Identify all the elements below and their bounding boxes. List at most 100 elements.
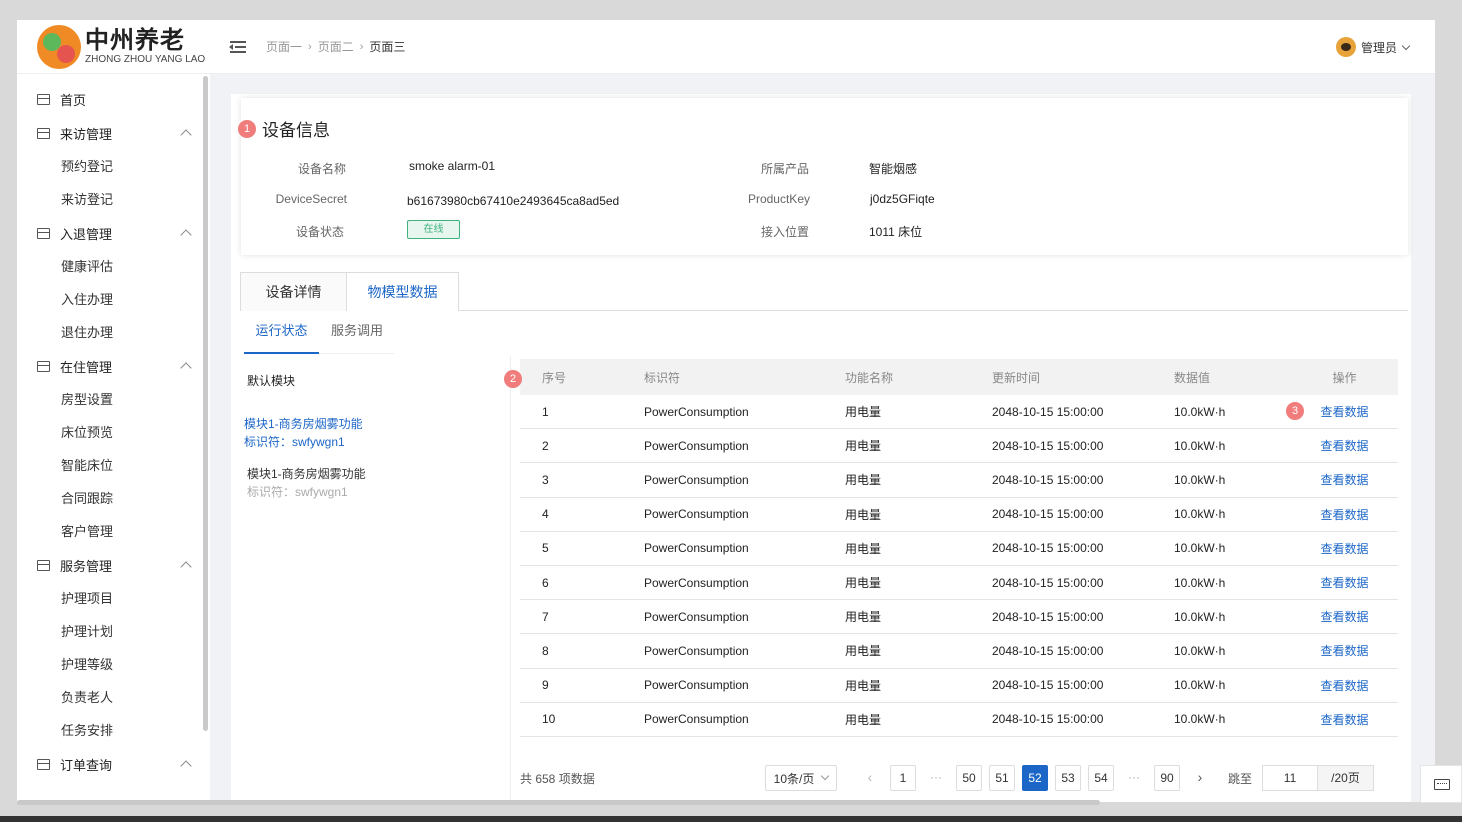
tab-thing-model-data[interactable]: 物模型数据 xyxy=(346,272,459,311)
menu-list-icon xyxy=(37,227,50,239)
chevron-down-icon xyxy=(1401,41,1411,50)
ellipsis-icon[interactable]: ··· xyxy=(1121,765,1147,791)
sidebar-menu: 首页来访管理预约登记 来访登记 入退管理 健康评估 入住办理 退住办理在住管理房型设置 床位… xyxy=(17,74,210,781)
sidebar-item[interactable]: 退住办理 xyxy=(17,316,210,349)
table-header: 2 序号 标识符 功能名称 更新时间 数据值 操作 xyxy=(504,359,1398,395)
table-cell: 用电量 xyxy=(845,712,882,727)
view-data-link[interactable]: 查看数据 xyxy=(1291,574,1398,591)
view-data-link[interactable]: 查看数据 xyxy=(1291,403,1398,420)
page-button[interactable]: 51 xyxy=(989,765,1015,791)
view-data-link[interactable]: 查看数据 xyxy=(1291,506,1398,523)
menu-fold-icon[interactable] xyxy=(229,40,246,53)
sidebar-group[interactable]: 入退管理 xyxy=(17,216,210,250)
sidebar-group[interactable]: 在住管理 xyxy=(17,349,210,383)
tab-device-detail[interactable]: 设备详情 xyxy=(240,272,347,311)
table-cell: 10.0kW·h xyxy=(1174,712,1226,727)
view-data-link[interactable]: 查看数据 xyxy=(1291,540,1398,557)
sidebar-item[interactable]: 护理等级 xyxy=(17,648,210,681)
default-module[interactable]: 默认模块 xyxy=(247,372,494,389)
module-item[interactable]: 模块1-商务房烟雾功能 标识符：swfywgn1 xyxy=(247,465,494,501)
sidebar-item[interactable]: 护理计划 xyxy=(17,615,210,648)
location-label: 接入位置 xyxy=(760,225,809,239)
sidebar-item[interactable]: 床位预览 xyxy=(17,416,210,449)
sidebar-group[interactable]: 来访管理 xyxy=(17,116,210,150)
sidebar-group-label: 来访管理 xyxy=(60,126,113,142)
page-button-current[interactable]: 52 xyxy=(1022,765,1048,791)
module-key: 标识符：swfywgn1 xyxy=(244,435,345,449)
sidebar-group-label: 在住管理 xyxy=(60,359,113,375)
table-cell: 用电量 xyxy=(845,610,882,625)
sidebar-item[interactable]: 护理项目 xyxy=(17,582,210,615)
table-cell: PowerConsumption xyxy=(644,678,749,693)
page-button[interactable]: 54 xyxy=(1088,765,1114,791)
data-table: 2 序号 标识符 功能名称 更新时间 数据值 操作 3 1 PowerConsump… xyxy=(504,359,1398,737)
column-header: 数据值 xyxy=(1174,370,1211,385)
breadcrumb-item[interactable]: 页面一 xyxy=(266,38,302,55)
annotation-badge: 3 xyxy=(1286,402,1304,420)
sidebar-item[interactable]: 入住办理 xyxy=(17,283,210,316)
sidebar-item[interactable]: 任务安排 xyxy=(17,714,210,747)
table-cell: 用电量 xyxy=(845,439,882,454)
view-data-link[interactable]: 查看数据 xyxy=(1291,608,1398,625)
horizontal-scrollbar[interactable] xyxy=(17,800,1100,805)
view-data-link[interactable]: 查看数据 xyxy=(1291,437,1398,454)
page-button[interactable]: 53 xyxy=(1055,765,1081,791)
product-key-value: j0dz5GFiqte xyxy=(870,192,935,206)
table-cell: 用电量 xyxy=(845,473,882,488)
device-secret-label: DeviceSecret xyxy=(275,192,347,206)
chevron-up-icon xyxy=(180,229,192,241)
sidebar-item[interactable]: 预约登记 xyxy=(17,150,210,183)
sidebar-scrollbar[interactable] xyxy=(203,76,208,731)
module-item[interactable]: 模块1-商务房烟雾功能 标识符：swfywgn1 xyxy=(244,415,494,451)
view-data-link[interactable]: 查看数据 xyxy=(1291,642,1398,659)
sidebar-item[interactable]: 客户管理 xyxy=(17,515,210,548)
sidebar-item[interactable]: 健康评估 xyxy=(17,250,210,283)
table-cell: PowerConsumption xyxy=(644,609,749,624)
sidebar-item[interactable]: 智能床位 xyxy=(17,449,210,482)
next-page-button[interactable]: › xyxy=(1187,765,1213,791)
device-status-label: 设备状态 xyxy=(295,225,344,239)
page-button[interactable]: 50 xyxy=(956,765,982,791)
view-data-link[interactable]: 查看数据 xyxy=(1291,677,1398,694)
module-name: 模块1-商务房烟雾功能 xyxy=(247,467,366,481)
bottom-edge xyxy=(0,816,1462,822)
jump-label: 跳至 xyxy=(1228,771,1253,786)
table-cell: 2 xyxy=(542,438,549,453)
table-row: 3 1 PowerConsumption 用电量 2048-10-15 15:00:00… xyxy=(520,395,1398,430)
sidebar-group-label: 首页 xyxy=(60,92,87,108)
logo[interactable]: 中州养老 ZHONG ZHOU YANG LAO xyxy=(17,20,210,74)
sidebar-item[interactable]: 负责老人 xyxy=(17,681,210,714)
sidebar-item[interactable]: 合同跟踪 xyxy=(17,482,210,515)
module-key: 标识符：swfywgn1 xyxy=(247,485,348,499)
annotation-badge: 2 xyxy=(504,370,522,388)
sidebar-item[interactable]: 来访登记 xyxy=(17,183,210,216)
jump-page-input[interactable]: 11 xyxy=(1262,765,1319,791)
table-row: 3 PowerConsumption 用电量 2048-10-15 15:00:00 1… xyxy=(520,463,1398,498)
tab-service-call[interactable]: 服务调用 xyxy=(320,318,394,354)
keyboard-icon[interactable] xyxy=(1420,765,1462,803)
tab-running-status[interactable]: 运行状态 xyxy=(244,318,319,354)
page-button[interactable]: 1 xyxy=(890,765,916,791)
sidebar-group[interactable]: 首页 xyxy=(17,82,210,116)
ellipsis-icon[interactable]: ··· xyxy=(923,765,949,791)
product-label: 所属产品 xyxy=(760,162,809,176)
table-cell: 2048-10-15 15:00:00 xyxy=(992,678,1104,693)
table-cell: 10.0kW·h xyxy=(1174,609,1226,624)
sidebar-item[interactable]: 房型设置 xyxy=(17,383,210,416)
column-header: 更新时间 xyxy=(992,370,1041,385)
table-cell: 2048-10-15 15:00:00 xyxy=(992,507,1104,522)
app-frame: 中州养老 ZHONG ZHOU YANG LAO 首页 来访管理 预约登记 来访登记入… xyxy=(17,20,1435,802)
view-data-link[interactable]: 查看数据 xyxy=(1291,711,1398,728)
column-header: 序号 xyxy=(542,370,567,385)
breadcrumb-item[interactable]: 页面二 xyxy=(318,38,354,55)
table-cell: PowerConsumption xyxy=(644,541,749,556)
page-size-select[interactable]: 10条/页 xyxy=(765,765,837,791)
user-menu[interactable]: 管理员 xyxy=(1335,37,1411,57)
sidebar-group[interactable]: 服务管理 xyxy=(17,548,210,582)
total-count: 共 658 项数据 xyxy=(520,771,595,786)
sidebar-group[interactable]: 订单查询 xyxy=(17,747,210,781)
view-data-link[interactable]: 查看数据 xyxy=(1291,471,1398,488)
prev-page-button[interactable]: ‹ xyxy=(857,765,883,791)
page-button[interactable]: 90 xyxy=(1154,765,1180,791)
breadcrumb-separator-icon: › xyxy=(308,40,312,53)
